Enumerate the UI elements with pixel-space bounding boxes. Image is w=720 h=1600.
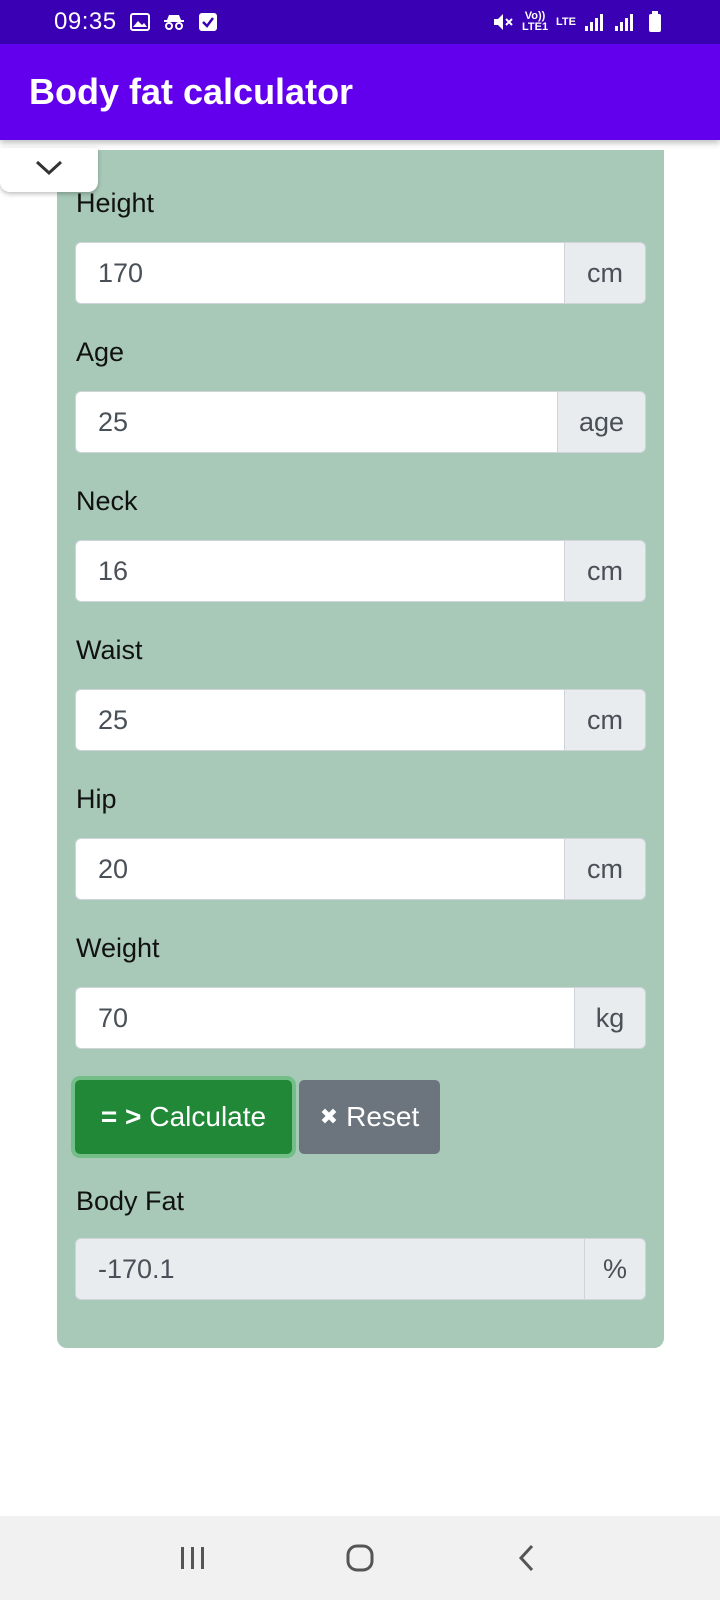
hip-label: Hip xyxy=(76,784,117,814)
reset-label: Reset xyxy=(346,1101,420,1132)
age-input[interactable]: 25 xyxy=(75,391,557,453)
neck-unit: cm xyxy=(564,540,646,602)
neck-input-group: 16 cm xyxy=(75,540,646,602)
status-bar: 09:35 Vo)) LTE1 LTE xyxy=(0,0,720,44)
checkbox-icon xyxy=(197,11,219,33)
reset-button[interactable]: ✖ Reset xyxy=(299,1080,440,1154)
image-icon xyxy=(129,11,151,33)
page-title: Body fat calculator xyxy=(29,71,354,112)
lte-indicator: LTE xyxy=(556,15,576,28)
hip-input-group: 20 cm xyxy=(75,838,646,900)
app-bar: Body fat calculator xyxy=(0,44,720,140)
height-label: Height xyxy=(76,188,155,218)
calculate-label: Calculate xyxy=(149,1101,267,1132)
age-label: Age xyxy=(76,337,125,367)
chevron-down-icon xyxy=(35,160,63,181)
system-nav-bar xyxy=(0,1516,720,1600)
incognito-icon xyxy=(163,11,185,33)
body-fat-output-group: -170.1 % xyxy=(75,1238,646,1300)
neck-input[interactable]: 16 xyxy=(75,540,564,602)
waist-label: Waist xyxy=(76,635,143,665)
volte-indicator: Vo)) LTE1 xyxy=(522,10,549,33)
waist-input[interactable]: 25 xyxy=(75,689,564,751)
age-input-group: 25 age xyxy=(75,391,646,453)
weight-unit: kg xyxy=(574,987,646,1049)
calculate-button[interactable]: = > Calculate xyxy=(75,1080,292,1154)
signal-icon xyxy=(614,11,636,33)
body-fat-unit: % xyxy=(584,1238,646,1300)
status-time: 09:35 xyxy=(54,8,117,35)
weight-label: Weight xyxy=(76,933,160,963)
hip-input[interactable]: 20 xyxy=(75,838,564,900)
collapse-toggle[interactable] xyxy=(0,148,98,192)
back-icon[interactable] xyxy=(497,1528,557,1588)
age-unit: age xyxy=(557,391,646,453)
height-input-group: 170 cm xyxy=(75,242,646,304)
waist-input-group: 25 cm xyxy=(75,689,646,751)
battery-icon xyxy=(644,11,666,33)
height-unit: cm xyxy=(564,242,646,304)
weight-input-group: 70 kg xyxy=(75,987,646,1049)
height-input[interactable]: 170 xyxy=(75,242,564,304)
mute-icon xyxy=(492,11,514,33)
signal-icon xyxy=(584,11,606,33)
recent-apps-icon[interactable] xyxy=(163,1528,223,1588)
home-icon[interactable] xyxy=(330,1528,390,1588)
calculate-arrow-icon: = > xyxy=(100,1101,142,1132)
body-fat-label: Body Fat xyxy=(76,1186,185,1216)
weight-input[interactable]: 70 xyxy=(75,987,574,1049)
close-icon: ✖ xyxy=(319,1104,339,1129)
neck-label: Neck xyxy=(76,486,138,516)
body-fat-output: -170.1 xyxy=(75,1238,584,1300)
waist-unit: cm xyxy=(564,689,646,751)
hip-unit: cm xyxy=(564,838,646,900)
